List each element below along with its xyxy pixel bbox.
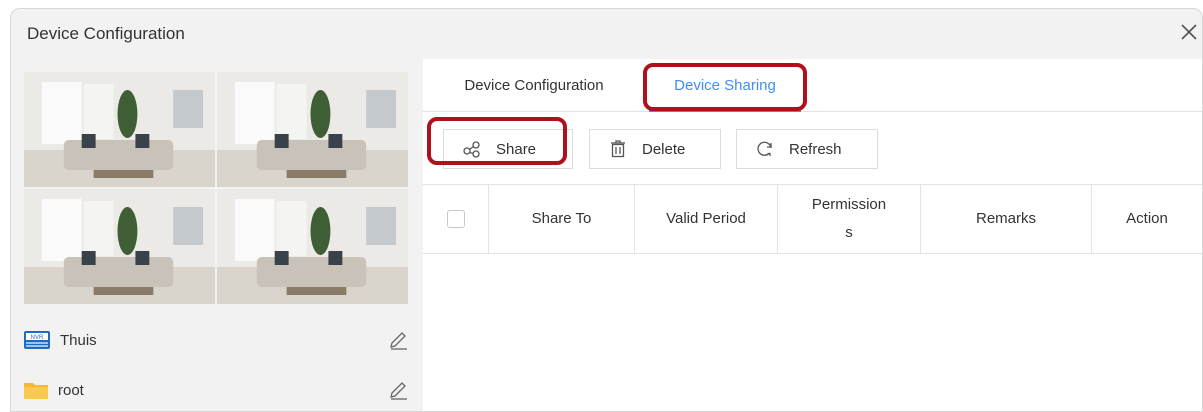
column-header-permissions: Permission s bbox=[778, 185, 921, 253]
dialog-titlebar: Device Configuration bbox=[11, 9, 1202, 59]
camera-preview-grid bbox=[24, 72, 408, 304]
column-header-valid-period: Valid Period bbox=[635, 185, 778, 253]
camera-preview-tile[interactable] bbox=[217, 189, 408, 304]
share-button[interactable]: Share bbox=[443, 129, 573, 169]
column-header-share-to: Share To bbox=[489, 185, 635, 253]
camera-preview-tile[interactable] bbox=[24, 189, 215, 304]
device-item-root[interactable]: root bbox=[24, 372, 409, 408]
delete-button[interactable]: Delete bbox=[589, 129, 721, 169]
camera-preview-tile[interactable] bbox=[24, 72, 215, 187]
column-label: Permission s bbox=[811, 196, 887, 241]
close-icon[interactable] bbox=[1178, 21, 1200, 43]
share-label: Share bbox=[496, 140, 537, 158]
column-label: Remarks bbox=[975, 210, 1036, 227]
tab-bar: Device Configuration Device Sharing bbox=[423, 59, 1202, 112]
select-all-checkbox[interactable] bbox=[446, 210, 465, 228]
column-header-action: Action bbox=[1092, 185, 1202, 253]
pencil-icon[interactable] bbox=[387, 379, 409, 401]
sharing-table-header: Share To Valid Period Permission s Remar… bbox=[423, 184, 1202, 254]
share-icon bbox=[463, 141, 480, 158]
column-label: Valid Period bbox=[666, 210, 746, 227]
column-header-remarks: Remarks bbox=[921, 185, 1092, 253]
device-item-thuis[interactable]: NVR Thuis bbox=[24, 322, 409, 358]
left-panel: NVR Thuis root bbox=[11, 59, 422, 411]
device-label: Thuis bbox=[60, 331, 97, 349]
device-configuration-dialog: Device Configuration NVR Thuis root Devi… bbox=[10, 8, 1203, 412]
nvr-icon: NVR bbox=[24, 331, 50, 349]
refresh-label: Refresh bbox=[789, 140, 842, 158]
device-label: root bbox=[58, 381, 84, 399]
svg-text:NVR: NVR bbox=[31, 335, 44, 341]
right-panel: Device Configuration Device Sharing Shar… bbox=[423, 59, 1202, 411]
tab-device-sharing[interactable]: Device Sharing bbox=[649, 59, 801, 112]
column-label: Share To bbox=[531, 210, 592, 227]
refresh-icon bbox=[757, 141, 772, 156]
delete-label: Delete bbox=[642, 140, 686, 158]
dialog-title: Device Configuration bbox=[27, 24, 185, 43]
tab-label: Device Sharing bbox=[674, 76, 776, 94]
tab-device-configuration[interactable]: Device Configuration bbox=[457, 59, 611, 111]
refresh-button[interactable]: Refresh bbox=[736, 129, 878, 169]
select-all-cell bbox=[423, 185, 489, 253]
folder-icon bbox=[24, 383, 48, 399]
column-label: Action bbox=[1126, 210, 1168, 227]
camera-preview-tile[interactable] bbox=[217, 72, 408, 187]
trash-icon bbox=[611, 140, 625, 158]
pencil-icon[interactable] bbox=[387, 329, 409, 351]
tab-label: Device Configuration bbox=[464, 76, 604, 94]
